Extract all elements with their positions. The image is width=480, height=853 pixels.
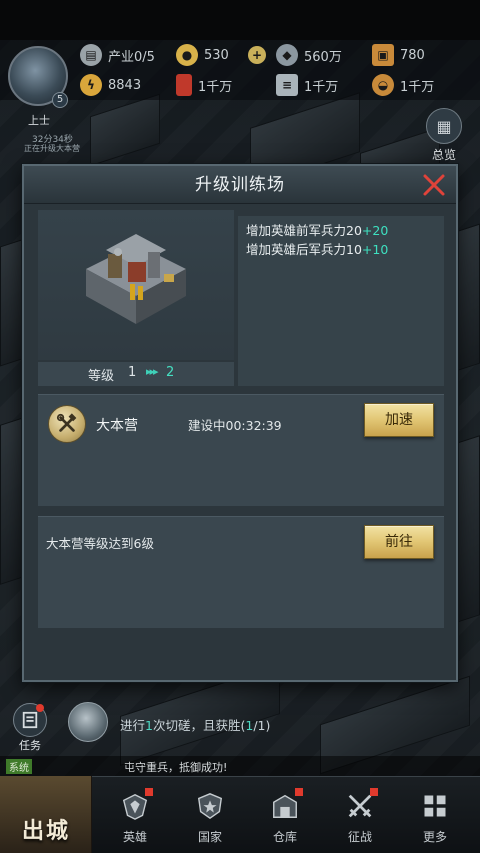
resource-steel[interactable]: ◆ 560万 bbox=[276, 42, 342, 68]
shield-star-icon bbox=[194, 790, 226, 822]
go-out-label: 出城 bbox=[21, 819, 70, 844]
task-label: 任务 bbox=[19, 739, 41, 752]
notification-dot bbox=[36, 704, 44, 712]
effect-bonus: +20 bbox=[361, 223, 389, 238]
nav-warehouse[interactable]: 仓库 bbox=[257, 788, 313, 848]
quest-description[interactable]: 进行1次切磋，且获胜(1/1) bbox=[120, 715, 270, 734]
construction-panel: 大本营 建设中00:32:39 加速 bbox=[38, 394, 444, 506]
overview-label: 总览 bbox=[431, 148, 456, 162]
nav-label: 仓库 bbox=[272, 830, 297, 844]
nav-hero[interactable]: 英雄 bbox=[107, 788, 163, 848]
food-icon: ◒ bbox=[372, 74, 394, 96]
effect-line: 增加英雄前军兵力20+20 bbox=[246, 221, 436, 240]
resource-value: 780 bbox=[400, 47, 425, 63]
resource-value: 1千万 bbox=[198, 79, 233, 95]
hammer-wrench-icon bbox=[48, 405, 86, 443]
level-arrow-icon: ▸▸▸ bbox=[146, 365, 159, 378]
nav-campaign[interactable]: 征战 bbox=[332, 788, 388, 848]
nav-label: 征战 bbox=[347, 830, 372, 844]
close-icon bbox=[423, 174, 445, 196]
quest-text-part: 进行 bbox=[120, 718, 146, 733]
quest-npc-avatar[interactable] bbox=[68, 702, 108, 742]
nav-label: 更多 bbox=[422, 830, 447, 844]
lightning-icon: ϟ bbox=[80, 74, 102, 96]
quest-progress-total: /1) bbox=[253, 718, 271, 733]
notification-badge bbox=[295, 788, 303, 796]
level-current: 1 bbox=[128, 365, 137, 380]
nav-label: 国家 bbox=[197, 830, 222, 844]
resource-food[interactable]: ◒ 1千万 bbox=[372, 72, 434, 98]
speedup-button[interactable]: 加速 bbox=[364, 403, 434, 437]
requirement-panel: 大本营等级达到6级 前往 bbox=[38, 516, 444, 628]
task-button[interactable]: 任务 bbox=[8, 703, 52, 752]
goto-button[interactable]: 前往 bbox=[364, 525, 434, 559]
requirement-text: 大本营等级达到6级 bbox=[46, 536, 154, 551]
nav-country[interactable]: 国家 bbox=[182, 790, 238, 848]
resource-crate[interactable]: ▣ 780 bbox=[372, 42, 425, 68]
effect-text: 增加英雄后军兵力10 bbox=[246, 242, 362, 257]
crate-icon: ▣ bbox=[372, 44, 394, 66]
resource-oil[interactable]: 1千万 bbox=[176, 72, 232, 98]
building-name: 大本营 bbox=[96, 418, 138, 434]
gold-coin-icon: ● bbox=[176, 44, 198, 66]
training-ground-building-icon bbox=[86, 234, 186, 324]
quest-count: 1 bbox=[145, 718, 153, 733]
resource-value: 1千万 bbox=[304, 79, 339, 95]
resource-value: 530 bbox=[204, 47, 229, 63]
effect-text: 增加英雄前军兵力20 bbox=[246, 223, 362, 238]
player-rank: 上士 bbox=[28, 114, 50, 127]
notification-badge bbox=[370, 788, 378, 796]
overview-icon: ▦ bbox=[426, 108, 462, 144]
chat-message: 屯守重兵，抵御成功! bbox=[124, 761, 228, 774]
effect-line: 增加英雄后军兵力10+10 bbox=[246, 240, 436, 259]
nav-label: 英雄 bbox=[122, 830, 147, 844]
resource-value: 8843 bbox=[108, 77, 142, 93]
steel-icon: ◆ bbox=[276, 44, 298, 66]
metal-bars-icon: ≡ bbox=[276, 74, 298, 96]
resource-value: 560万 bbox=[304, 49, 342, 65]
oil-barrel-icon bbox=[176, 74, 192, 96]
resource-add-button[interactable]: + bbox=[248, 42, 272, 68]
notification-badge bbox=[145, 788, 153, 796]
overview-button[interactable]: ▦ 总览 bbox=[420, 108, 468, 162]
resource-industry[interactable]: ▤ 产业0/5 bbox=[80, 42, 155, 68]
construction-status: 建设中00:32:39 bbox=[188, 418, 282, 433]
go-out-button[interactable]: 出城 bbox=[0, 776, 92, 853]
chat-channel-tag: 系统 bbox=[6, 759, 32, 774]
dialog-title: 升级训练场 bbox=[195, 175, 285, 195]
build-state-text: 正在升级大本营 bbox=[24, 144, 80, 153]
chat-bar[interactable]: 系统 屯守重兵，抵御成功! bbox=[0, 756, 480, 776]
level-label: 等级 bbox=[88, 369, 115, 384]
upgrade-dialog: 升级训练场 等级 1 ▸▸▸ 2 增加英雄前军兵力20+20 增加英雄后军兵力1… bbox=[22, 164, 458, 682]
nav-more[interactable]: 更多 bbox=[407, 790, 463, 848]
system-status-bar bbox=[0, 0, 480, 40]
player-level-badge: 5 bbox=[52, 92, 68, 108]
resource-gold[interactable]: ● 530 bbox=[176, 42, 229, 68]
resource-value: 产业0/5 bbox=[108, 49, 155, 65]
upgrade-effects: 增加英雄前军兵力20+20 增加英雄后军兵力10+10 bbox=[238, 216, 444, 386]
resource-power[interactable]: ϟ 8843 bbox=[80, 72, 141, 98]
industry-icon: ▤ bbox=[80, 44, 102, 66]
level-row: 等级 1 ▸▸▸ 2 bbox=[38, 362, 234, 386]
resource-metal[interactable]: ≡ 1千万 bbox=[276, 72, 338, 98]
effect-bonus: +10 bbox=[361, 242, 389, 257]
close-button[interactable] bbox=[420, 171, 448, 199]
grid-icon bbox=[419, 790, 451, 822]
quest-text-part: 次切磋，且获胜( bbox=[152, 718, 246, 733]
plus-icon: + bbox=[248, 46, 266, 64]
level-next: 2 bbox=[166, 365, 175, 380]
building-preview bbox=[38, 210, 234, 360]
resource-value: 1千万 bbox=[400, 79, 435, 95]
